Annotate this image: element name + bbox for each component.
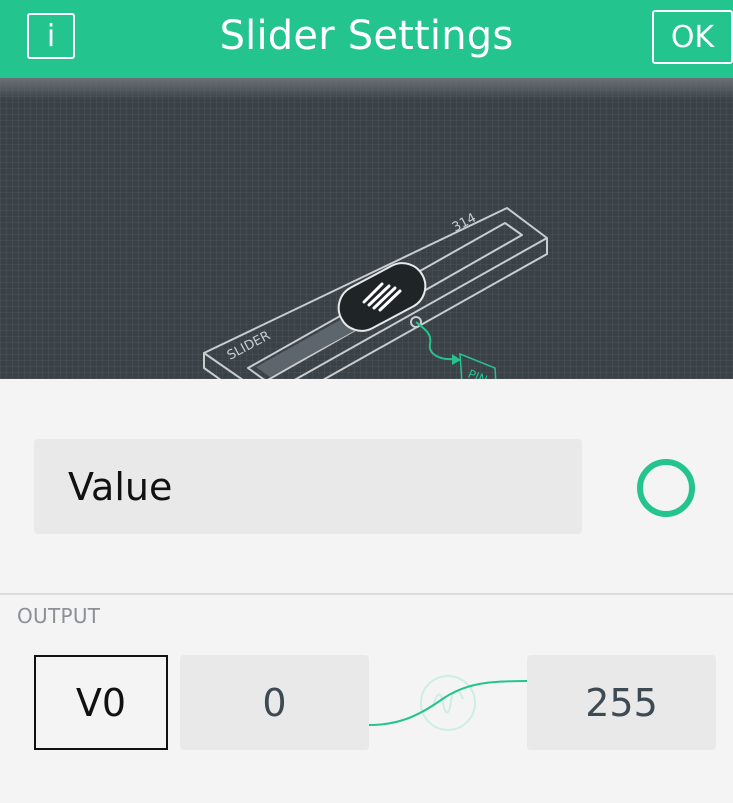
output-min-value: 0 [262,680,287,725]
wire-line [415,321,453,361]
pin-tag-text: PIN [466,367,490,379]
section-divider [0,593,733,595]
widget-name-input[interactable]: Value [34,439,582,534]
widget-illustration: PIN SLIDER 314 [0,78,733,379]
header-bar: i Slider Settings OK [0,0,733,78]
output-pin-selector[interactable]: V0 [34,655,168,750]
output-pin-value: V0 [75,680,127,725]
ok-button[interactable]: OK [652,10,733,64]
color-ring-icon[interactable] [637,459,695,517]
output-max-value: 255 [585,680,658,725]
output-max-input[interactable]: 255 [527,655,716,750]
slider-track-fill [256,320,356,377]
widget-name-value: Value [68,464,173,509]
output-min-input[interactable]: 0 [180,655,369,750]
page-title: Slider Settings [219,13,514,59]
wave-icon[interactable] [420,675,476,731]
mapping-curve-line [369,680,527,726]
slider-value-text: 314 [450,211,479,236]
output-section-label: OUTPUT [17,604,101,628]
mapping-curve [369,675,527,731]
slider-illustration-graphic: PIN SLIDER 314 [203,207,548,379]
